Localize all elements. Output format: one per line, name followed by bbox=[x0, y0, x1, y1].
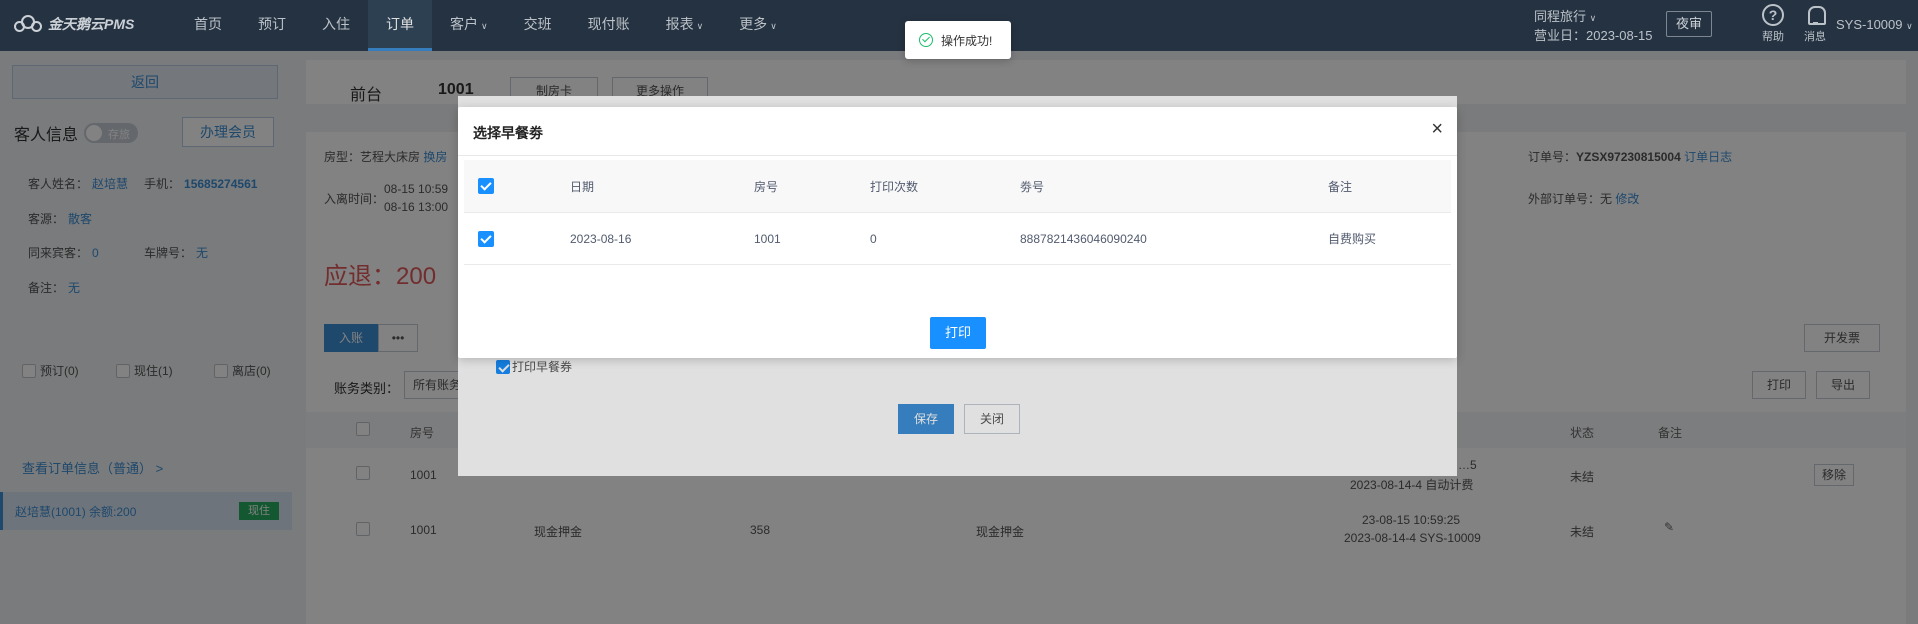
col-room: 房号 bbox=[754, 179, 779, 194]
coupon-note: 自费购买 bbox=[1328, 232, 1377, 246]
coupon-date: 2023-08-16 bbox=[570, 231, 632, 246]
row-checkbox[interactable] bbox=[478, 213, 494, 264]
print-coupon-button[interactable]: 打印 bbox=[930, 317, 986, 349]
close-icon[interactable]: × bbox=[1431, 119, 1443, 139]
modal-title: 选择早餐劵 bbox=[473, 125, 543, 141]
col-coupon-no: 劵号 bbox=[1020, 179, 1045, 194]
coupon-print-count: 0 bbox=[870, 231, 877, 246]
coupon-row[interactable]: 2023-08-16 1001 0 8887821436046090240 自费… bbox=[464, 213, 1451, 265]
check-circle-icon bbox=[919, 33, 933, 47]
col-note: 备注 bbox=[1328, 179, 1353, 194]
success-toast: 操作成功! bbox=[905, 21, 1011, 59]
select-breakfast-coupon-modal: 选择早餐劵 × 日期 房号 打印次数 劵号 备注 2023-08-16 1001… bbox=[458, 107, 1457, 358]
select-all-checkbox[interactable] bbox=[478, 160, 494, 212]
coupon-number: 8887821436046090240 bbox=[1020, 231, 1147, 246]
coupon-table-header: 日期 房号 打印次数 劵号 备注 bbox=[464, 160, 1451, 213]
col-date: 日期 bbox=[570, 179, 595, 194]
modal-header: 选择早餐劵 × bbox=[458, 107, 1457, 156]
coupon-room: 1001 bbox=[754, 231, 781, 246]
col-print-count: 打印次数 bbox=[870, 179, 919, 194]
